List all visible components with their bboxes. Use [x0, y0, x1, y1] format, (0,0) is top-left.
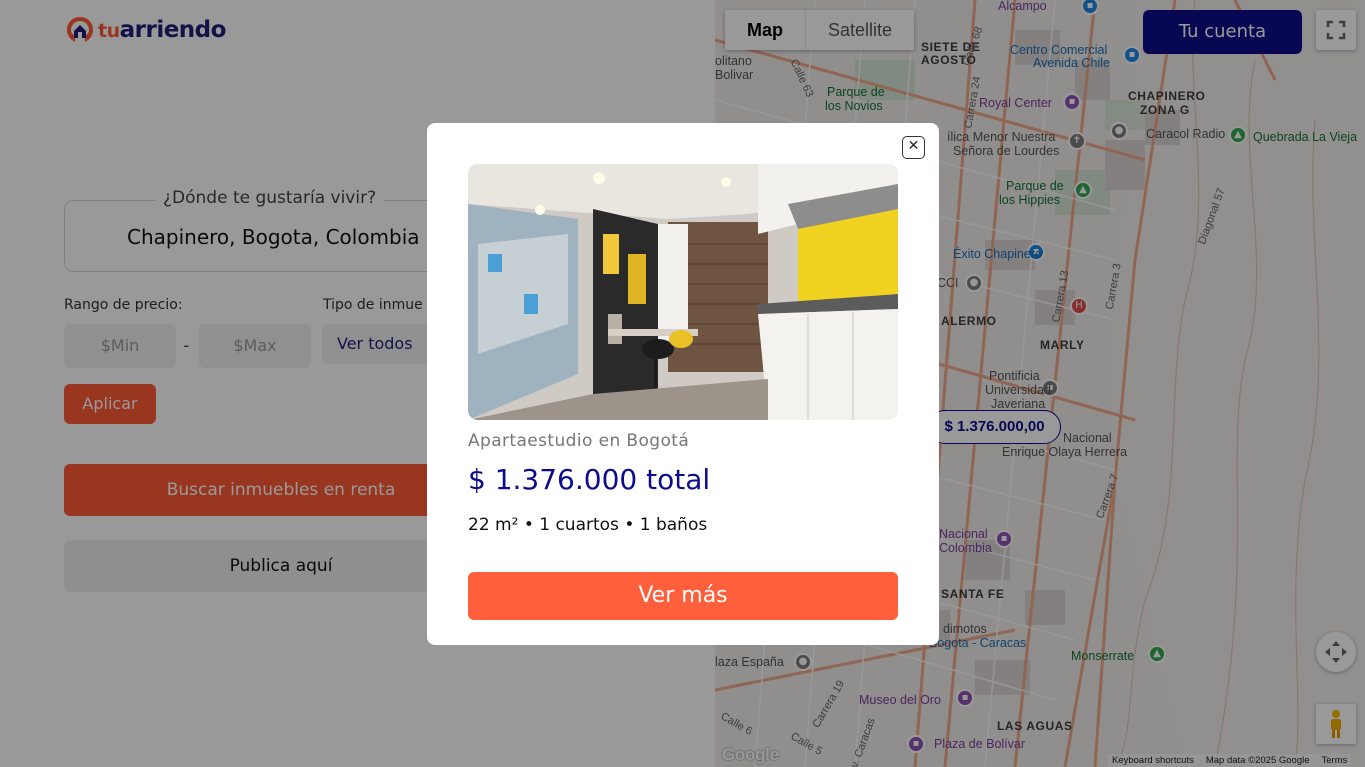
property-photo[interactable] — [468, 164, 898, 420]
property-details: 22 m² • 1 cuartos • 1 baños — [468, 515, 708, 535]
close-button[interactable]: ✕ — [902, 136, 925, 159]
property-price: $ 1.376.000 total — [468, 463, 711, 496]
property-modal: ✕ Apartaestudio en Bogotá $ 1.376.000 to… — [427, 123, 939, 645]
property-type-text: Apartaestudio en Bogotá — [468, 431, 690, 451]
view-more-button[interactable]: Ver más — [468, 572, 898, 620]
kitchen-image — [468, 164, 898, 420]
